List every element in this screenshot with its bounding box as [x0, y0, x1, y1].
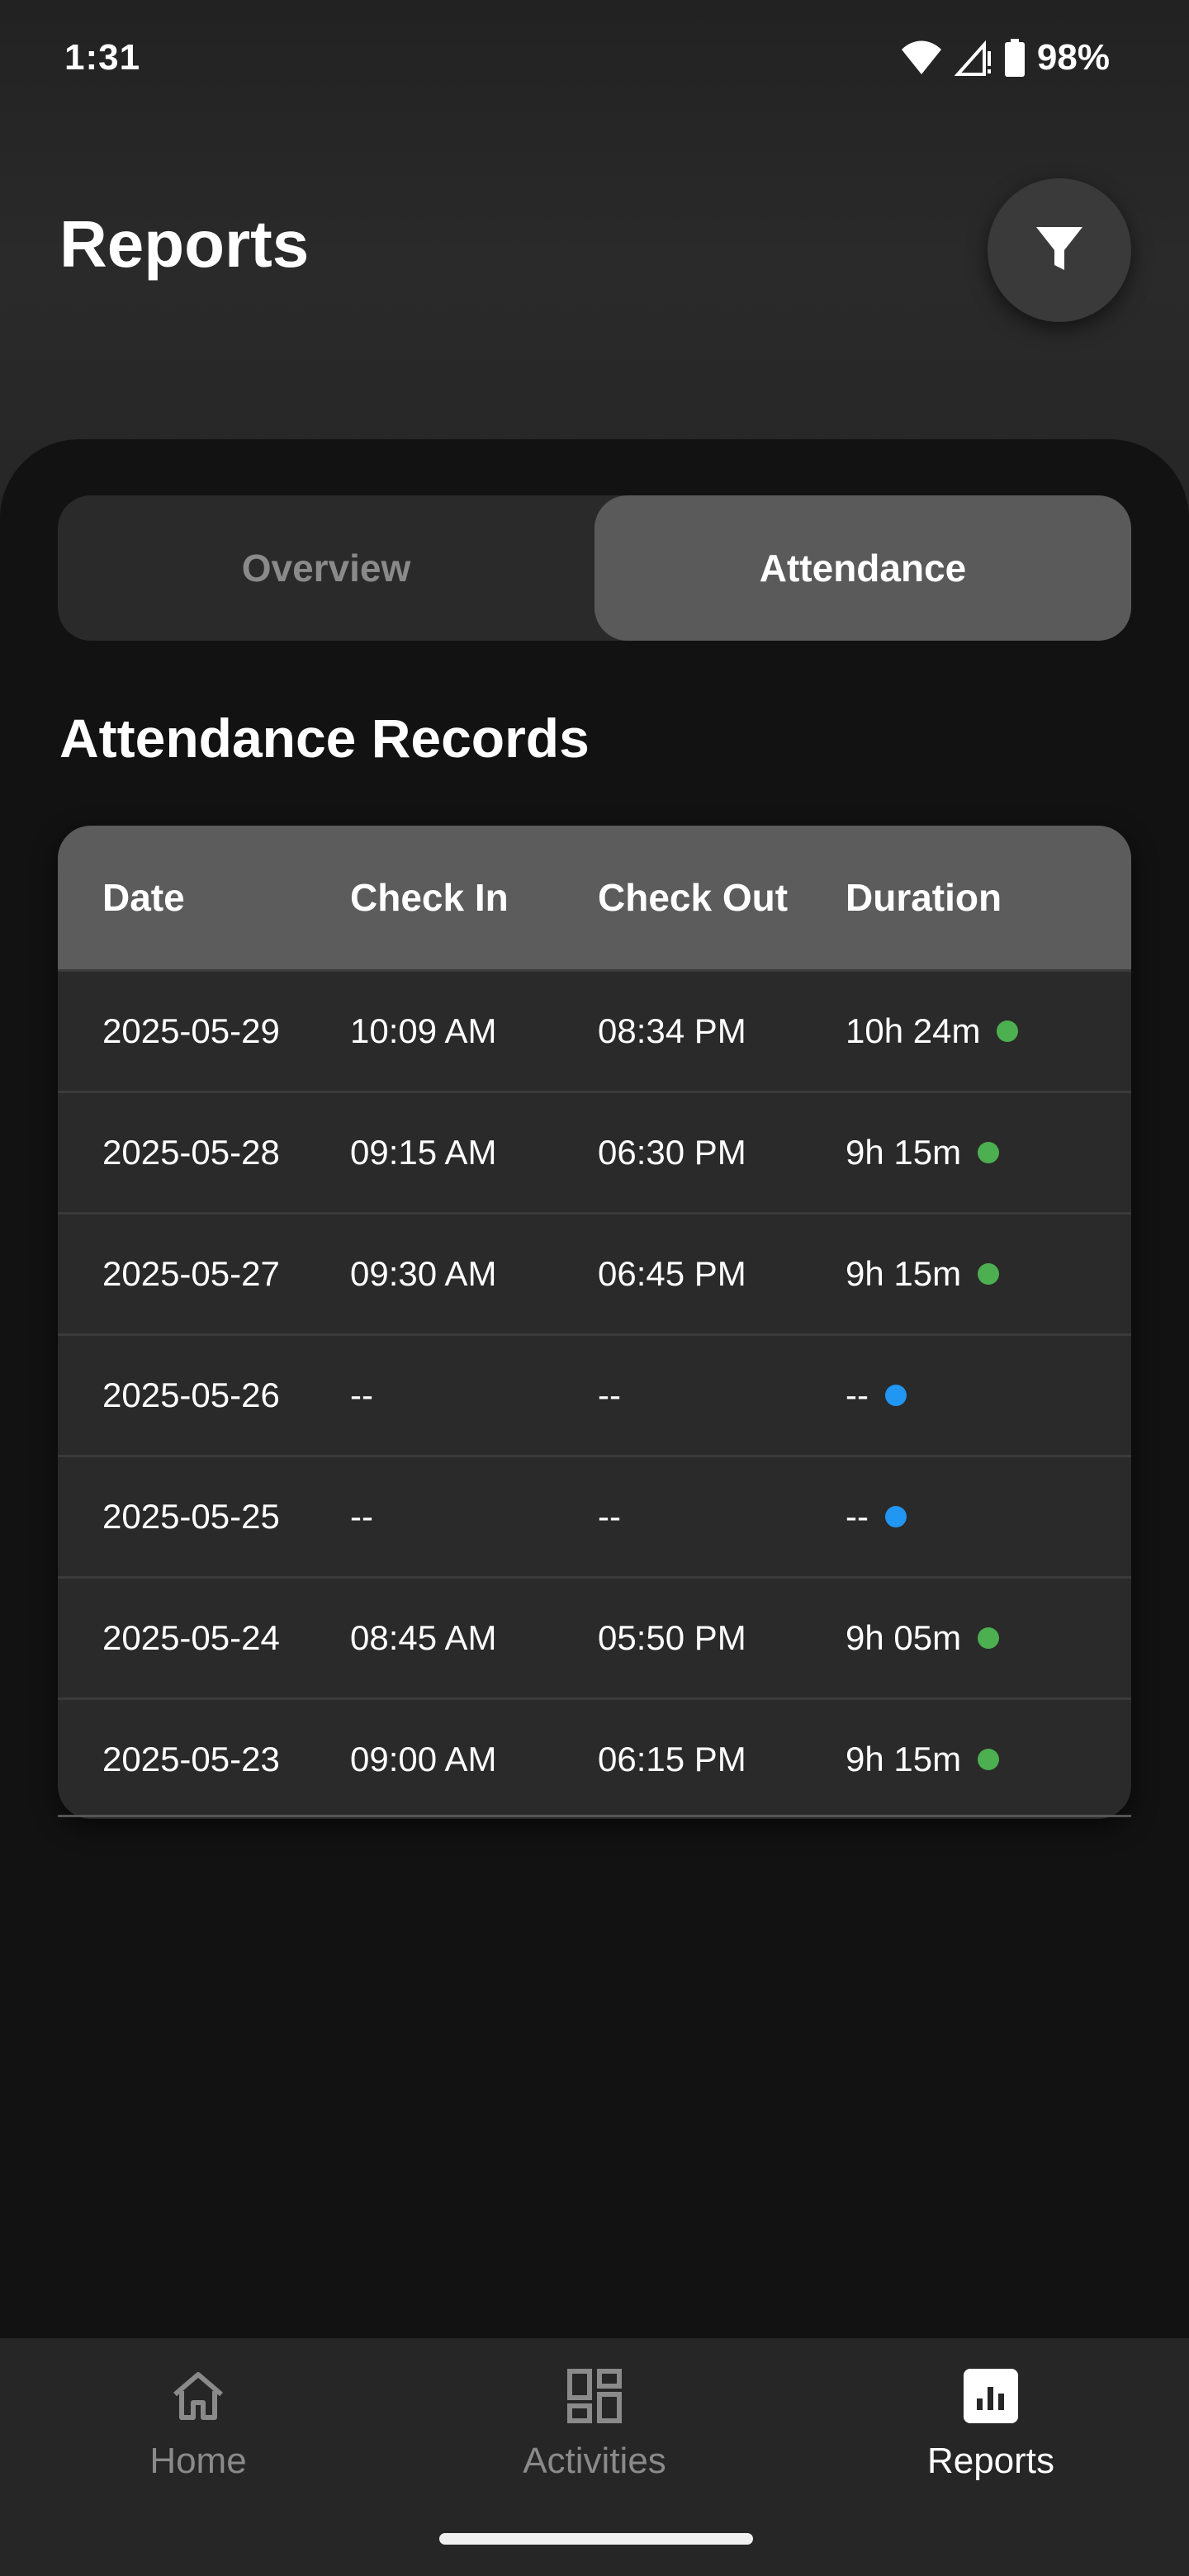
cell-date: 2025-05-26 [102, 1376, 280, 1414]
cell-check-in: -- [350, 1376, 373, 1414]
cell-check-out: 05:50 PM [598, 1618, 746, 1657]
duration-value: 9h 15m [846, 1133, 962, 1172]
cell-duration: -- [801, 1376, 1131, 1415]
status-bar: 1:31 98% [0, 0, 1189, 116]
status-dot [884, 1385, 907, 1406]
bar-chart-icon [958, 2363, 1024, 2429]
nav-label-activities: Activities [523, 2441, 666, 2481]
cell-duration: 9h 05m [801, 1618, 1131, 1658]
tab-bar: Overview Attendance [58, 495, 1131, 641]
status-dot [997, 1020, 1019, 1042]
table-row[interactable]: 2025-05-24 08:45 AM 05:50 PM 9h 05m [58, 1576, 1131, 1698]
status-dot [978, 1627, 1000, 1649]
home-indicator[interactable] [439, 2533, 753, 2545]
section-title: Attendance Records [59, 708, 590, 769]
column-header-check-out: Check Out [598, 876, 789, 919]
cell-date: 2025-05-24 [102, 1618, 280, 1657]
nav-item-home[interactable]: Home [0, 2338, 396, 2576]
cell-date: 2025-05-28 [102, 1133, 280, 1172]
table-row[interactable]: 2025-05-23 09:00 AM 06:15 PM 9h 15m [58, 1698, 1131, 1819]
nav-label-reports: Reports [926, 2441, 1055, 2481]
cell-date: 2025-05-29 [102, 1011, 280, 1050]
table-bottom-divider [58, 1815, 1131, 1817]
cell-check-out: 06:15 PM [598, 1740, 746, 1778]
nav-item-reports[interactable]: Reports [793, 2338, 1189, 2576]
status-dot [978, 1263, 1000, 1285]
cell-duration: 10h 24m [801, 1011, 1131, 1051]
battery-icon [1004, 39, 1026, 77]
table-row[interactable]: 2025-05-25 -- -- -- [58, 1455, 1131, 1576]
grid-icon [561, 2363, 628, 2429]
table-row[interactable]: 2025-05-26 -- -- -- [58, 1333, 1131, 1455]
signal-icon [954, 40, 992, 76]
cell-duration: -- [801, 1497, 1131, 1537]
column-header-check-in: Check In [350, 876, 509, 919]
nav-label-home: Home [149, 2441, 247, 2481]
cell-check-out: 06:45 PM [598, 1254, 746, 1293]
duration-value: -- [846, 1497, 869, 1536]
duration-value: -- [846, 1376, 869, 1414]
cell-check-in: 09:00 AM [350, 1740, 497, 1778]
duration-value: 9h 15m [846, 1740, 962, 1778]
cell-check-in: 08:45 AM [350, 1618, 497, 1657]
filter-icon [1033, 222, 1086, 279]
cell-check-in: 10:09 AM [350, 1011, 497, 1050]
wifi-icon [900, 40, 943, 76]
cell-date: 2025-05-27 [102, 1254, 280, 1293]
duration-value: 9h 05m [846, 1618, 962, 1657]
status-dot [978, 1749, 1000, 1770]
cell-date: 2025-05-23 [102, 1740, 280, 1778]
cell-duration: 9h 15m [801, 1133, 1131, 1172]
home-icon [165, 2363, 231, 2429]
cell-check-out: -- [598, 1497, 621, 1536]
table-header: Date Check In Check Out Duration [58, 826, 1131, 969]
duration-value: 10h 24m [846, 1011, 981, 1050]
cell-check-out: 08:34 PM [598, 1011, 746, 1050]
page-title: Reports [59, 207, 310, 281]
status-dot [978, 1142, 1000, 1163]
app-root: 1:31 98% Reports Overview Attendance Att… [0, 0, 1189, 2576]
cell-check-in: 09:30 AM [350, 1254, 497, 1293]
cell-check-out: 06:30 PM [598, 1133, 746, 1172]
table-row[interactable]: 2025-05-28 09:15 AM 06:30 PM 9h 15m [58, 1091, 1131, 1212]
table-row[interactable]: 2025-05-27 09:30 AM 06:45 PM 9h 15m [58, 1212, 1131, 1333]
filter-button[interactable] [988, 178, 1131, 322]
tab-attendance[interactable]: Attendance [594, 495, 1131, 641]
cell-check-out: -- [598, 1376, 621, 1414]
status-time: 1:31 [64, 37, 141, 78]
cell-check-in: -- [350, 1497, 373, 1536]
column-header-date: Date [102, 876, 185, 919]
status-dot [884, 1506, 907, 1527]
tab-overview[interactable]: Overview [58, 495, 594, 641]
battery-percentage: 98% [1036, 37, 1110, 78]
duration-value: 9h 15m [846, 1254, 962, 1293]
status-icons: 98% [900, 37, 1110, 78]
cell-duration: 9h 15m [801, 1254, 1131, 1294]
column-header-duration: Duration [846, 876, 1002, 919]
table-row[interactable]: 2025-05-29 10:09 AM 08:34 PM 10h 24m [58, 969, 1131, 1091]
cell-date: 2025-05-25 [102, 1497, 280, 1536]
cell-check-in: 09:15 AM [350, 1133, 497, 1172]
attendance-table: Date Check In Check Out Duration 2025-05… [58, 826, 1131, 1819]
cell-duration: 9h 15m [801, 1740, 1131, 1779]
